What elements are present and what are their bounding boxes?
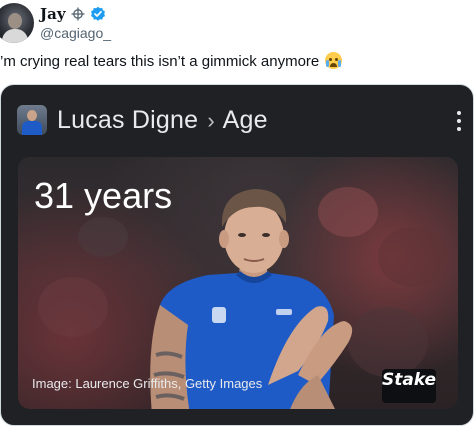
tweet-header: Jay @cagiago_ — [0, 0, 474, 48]
stake-logo: Stake — [382, 369, 436, 403]
user-handle[interactable]: @cagiago_ — [40, 25, 111, 41]
age-answer: 31 years — [34, 175, 173, 216]
tweet-text-body: ’m crying real tears this isn’t a gimmic… — [0, 53, 320, 70]
loudly-crying-face-icon — [325, 52, 343, 69]
attribute-name: Age — [222, 105, 268, 134]
verified-badge-icon — [90, 6, 106, 22]
player-figure — [150, 189, 353, 409]
affiliation-icon — [71, 7, 85, 21]
card-title: Lucas Digne › Age — [17, 105, 268, 135]
image-credit: Image: Laurence Griffiths, Getty Images — [32, 376, 263, 391]
avatar[interactable] — [0, 3, 34, 43]
stake-wordmark: Stake — [382, 370, 437, 390]
name-row: Jay — [40, 5, 106, 23]
breadcrumb-separator-icon: › — [207, 107, 215, 133]
display-name[interactable]: Jay — [40, 5, 66, 23]
entity-name[interactable]: Lucas Digne — [57, 106, 198, 134]
search-result-card[interactable]: Lucas Digne › Age 31 years Image: Lauren… — [0, 84, 474, 426]
tweet-text: ’m crying real tears this isn’t a gimmic… — [0, 52, 343, 70]
player-thumbnail[interactable] — [17, 105, 47, 135]
player-photo[interactable]: 31 years Image: Laurence Griffiths, Gett… — [18, 157, 458, 409]
more-options-icon[interactable] — [457, 111, 461, 131]
